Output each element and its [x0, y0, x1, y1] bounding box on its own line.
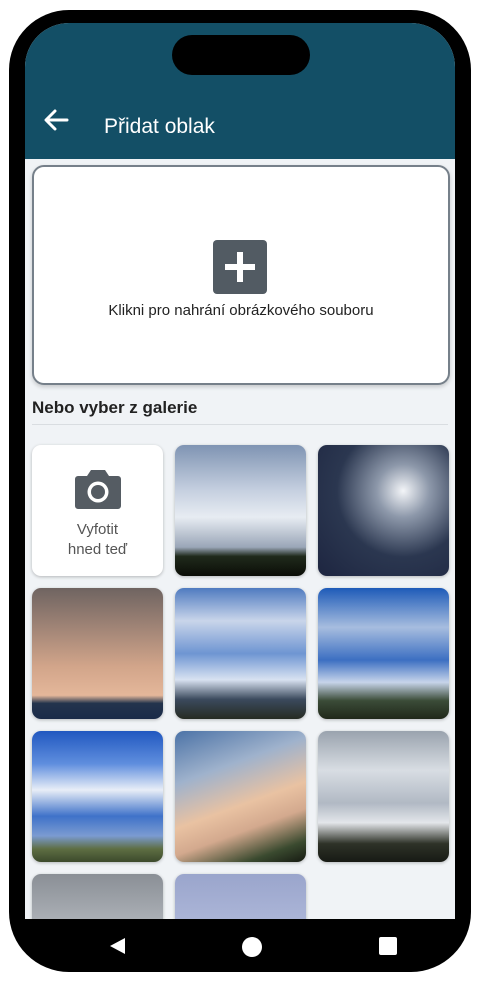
page-title: Přidat oblak — [104, 115, 215, 138]
nav-recents-icon[interactable] — [379, 937, 397, 955]
gallery-section-title: Nebo vyber z galerie — [32, 398, 198, 417]
app-screen: Přidat oblak Klikni pro nahrání obrázkov… — [25, 23, 455, 919]
gallery-photo[interactable] — [318, 731, 449, 862]
back-arrow-icon[interactable] — [41, 105, 71, 135]
section-divider — [32, 424, 448, 425]
gallery-photo[interactable] — [32, 731, 163, 862]
take-photo-label-line1: Vyfotit — [76, 521, 119, 538]
gallery-photo[interactable] — [318, 588, 449, 719]
upload-label: Klikni pro nahrání obrázkového souboru — [108, 302, 374, 319]
upload-image-card[interactable]: Klikni pro nahrání obrázkového souboru — [32, 165, 450, 385]
gallery-photo[interactable] — [175, 445, 306, 576]
gallery-photo[interactable] — [175, 588, 306, 719]
take-photo-label-line2: hned teď — [67, 541, 128, 558]
nav-home-icon[interactable] — [242, 937, 262, 957]
take-photo-tile[interactable]: Vyfotit hned teď — [32, 445, 163, 576]
camera-icon — [75, 470, 121, 509]
app-bar: Přidat oblak — [25, 23, 455, 159]
take-photo-label: Vyfotit hned teď — [32, 520, 163, 560]
nav-back-icon[interactable] — [107, 936, 127, 956]
gallery-photo[interactable] — [175, 731, 306, 862]
phone-frame: Přidat oblak Klikni pro nahrání obrázkov… — [9, 10, 471, 972]
plus-icon — [213, 240, 267, 294]
camera-notch — [172, 35, 310, 75]
system-nav-bar — [9, 920, 471, 972]
gallery-photo[interactable] — [32, 588, 163, 719]
gallery-photo[interactable] — [175, 874, 306, 919]
gallery-photo[interactable] — [318, 445, 449, 576]
gallery-photo[interactable] — [32, 874, 163, 919]
